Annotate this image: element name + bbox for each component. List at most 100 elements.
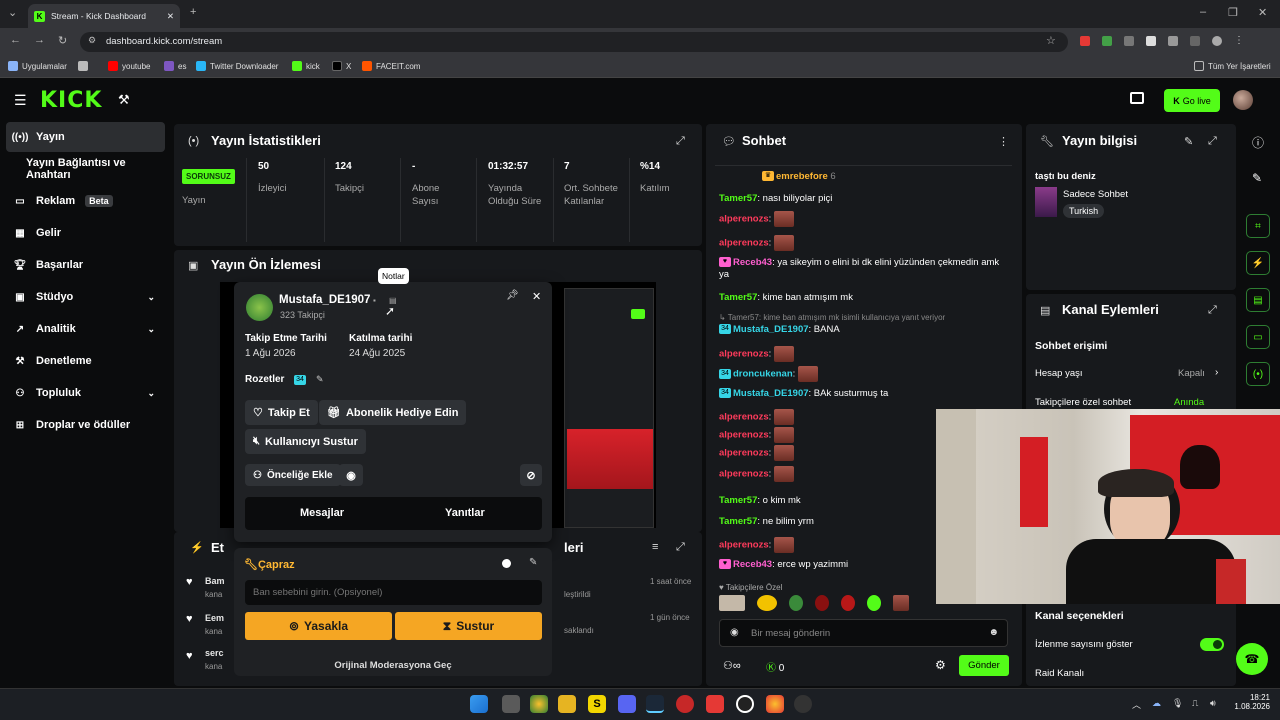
copy-icon[interactable]: ▪ <box>373 296 376 305</box>
sidebar-item-yayin[interactable]: ((•)) Yayın <box>6 122 165 152</box>
show-viewers-toggle[interactable] <box>1200 638 1224 651</box>
onedrive-icon[interactable]: ☁ <box>1152 698 1161 709</box>
bookmark-kick[interactable]: kick <box>292 61 320 71</box>
volume-icon[interactable]: 🔊︎ <box>1210 698 1216 709</box>
expand-icon[interactable]: ⤢ <box>1208 304 1217 317</box>
start-icon[interactable] <box>470 695 488 713</box>
tab-replies[interactable]: Yanıtlar <box>445 507 485 519</box>
close-icon[interactable]: ✕ <box>532 290 541 303</box>
chat-message[interactable]: ♥ Receb43: ya sikeyim o elini bi dk elini… <box>719 257 1004 281</box>
network-icon[interactable]: ⎍ <box>1192 698 1198 709</box>
sidebar-item-reklam[interactable]: ▭ Reklam Beta <box>6 186 165 216</box>
sidebar-item-stream-key[interactable]: Yayın Bağlantısı ve Anahtarı <box>6 154 165 184</box>
expand-icon[interactable]: ⤢ <box>676 541 685 554</box>
app-icon[interactable] <box>706 695 724 713</box>
chrome-icon[interactable] <box>766 695 784 713</box>
chat-username[interactable]: Tamer57 <box>719 516 757 527</box>
emote-icon[interactable] <box>867 595 881 611</box>
settings-gear-icon[interactable]: ⚙ <box>935 658 946 672</box>
category-name[interactable]: Sadece Sohbet <box>1063 189 1128 200</box>
mute-user-button[interactable]: 🔇︎ Kullanıcıyı Sustur <box>245 429 366 454</box>
chat-message[interactable]: 34 droncukenan: <box>719 366 1004 382</box>
info-icon[interactable]: ⓘ <box>1252 134 1264 151</box>
timeout-button[interactable]: ⧗ Sustur <box>395 612 542 640</box>
chat-username[interactable]: Tamer57 <box>719 292 757 303</box>
chat-username[interactable]: Mustafa_DE1907 <box>733 388 809 399</box>
more-menu-icon[interactable]: ⋮ <box>1234 36 1244 46</box>
close-window-icon[interactable]: ✕ <box>1258 6 1267 19</box>
tab-messages[interactable]: Mesajlar <box>300 507 344 519</box>
extension-icon[interactable] <box>1080 36 1090 46</box>
chat-message[interactable]: 34 Mustafa_DE1907: BANA <box>719 324 1004 336</box>
kick-points[interactable]: Ⓚ 0 <box>766 659 784 674</box>
avatar[interactable] <box>1233 90 1253 110</box>
emote-icon[interactable] <box>815 595 829 611</box>
chat-username[interactable]: Mustafa_DE1907 <box>733 324 809 335</box>
reload-icon[interactable]: ↻ <box>58 34 67 47</box>
chat-username[interactable]: alperenozs <box>719 214 769 225</box>
rail-clip-icon[interactable]: ▤ <box>1246 288 1270 312</box>
chat-username[interactable]: alperenozs <box>719 448 769 459</box>
site-info-icon[interactable]: ⚙ <box>88 35 96 46</box>
bookmark-youtube[interactable]: youtube <box>108 61 150 71</box>
emote-icon[interactable] <box>719 595 745 611</box>
profile-icon[interactable] <box>1212 36 1222 46</box>
chat-username[interactable]: alperenozs <box>719 540 769 551</box>
close-tab-icon[interactable]: ✕ <box>167 11 174 22</box>
reply-context[interactable]: ↳ Tamer57: kime ban atmışım mk isimli ku… <box>719 312 1004 324</box>
chat-message[interactable]: Tamer57: nası biliyolar piçi <box>719 193 1004 205</box>
sidebar-item-basarilar[interactable]: 🏆︎ Başarılar <box>6 250 165 280</box>
pin-icon[interactable]: 📌︎ <box>506 290 519 301</box>
bookmark-twitter-downloader[interactable]: Twitter Downloader <box>196 61 278 71</box>
eye-icon[interactable]: ◉ <box>339 464 363 486</box>
pinned-user[interactable]: ♛ emrebefore 6 <box>762 171 836 182</box>
all-bookmarks[interactable]: Tüm Yer İşaretleri <box>1194 61 1271 71</box>
new-tab-icon[interactable]: + <box>190 6 196 18</box>
mic-icon[interactable]: 🎙︎ <box>1172 698 1183 709</box>
gift-subscription-button[interactable]: 🎁︎ Abonelik Hediye Edin <box>319 400 467 425</box>
raid-label[interactable]: Raid Kanalı <box>1035 668 1084 679</box>
clock[interactable]: 18:21 1.08.2026 <box>1234 693 1270 711</box>
more-menu-icon[interactable]: ⋮ <box>998 135 1009 148</box>
ban-button[interactable]: ⊚ Yasakla <box>245 612 392 640</box>
emote-icon[interactable] <box>789 595 803 611</box>
chat-username[interactable]: Tamer57 <box>719 495 757 506</box>
rail-broadcast-icon[interactable]: (•) <box>1246 362 1270 386</box>
s-app-icon[interactable]: S <box>588 695 606 713</box>
chat-users-icon[interactable]: ⚇∞ <box>723 659 741 672</box>
maximize-icon[interactable]: ❐ <box>1228 6 1238 19</box>
emote-icon[interactable] <box>841 595 855 611</box>
hammer-icon[interactable]: ⚒ <box>118 92 130 108</box>
explorer-icon[interactable] <box>558 695 576 713</box>
chrome-icon[interactable] <box>530 695 548 713</box>
ban-icon[interactable]: ⊘ <box>520 464 542 486</box>
send-button[interactable]: Gönder <box>959 655 1009 676</box>
minimize-icon[interactable]: – <box>1200 6 1206 18</box>
bookmark-grid[interactable] <box>78 61 88 71</box>
bookmark-es[interactable]: es <box>164 61 186 71</box>
extension-icon[interactable] <box>1124 36 1134 46</box>
player-icon[interactable] <box>794 695 812 713</box>
chat-username[interactable]: Receb43 <box>733 257 772 268</box>
puzzle-icon[interactable] <box>1168 36 1178 46</box>
sidebar-item-denetleme[interactable]: ⚒ Denetleme <box>6 346 165 376</box>
chat-username[interactable]: alperenozs <box>719 412 769 423</box>
edit-icon[interactable]: ✎ <box>529 557 537 568</box>
url-input[interactable]: dashboard.kick.com/stream <box>80 32 1068 52</box>
sidebar-item-gelir[interactable]: ▦ Gelir <box>6 218 165 248</box>
chat-message[interactable]: alperenozs: <box>719 211 1004 227</box>
expand-icon[interactable]: ⤢ <box>676 135 685 148</box>
steam-icon[interactable] <box>646 695 664 713</box>
chat-username[interactable]: alperenozs <box>719 349 769 360</box>
emoji-icon[interactable]: ☻ <box>988 627 999 638</box>
expand-icon[interactable]: ⤢ <box>1208 135 1217 148</box>
sidebar-item-analitik[interactable]: ↗ Analitik ⌄ <box>6 314 165 344</box>
back-icon[interactable]: ← <box>10 34 21 46</box>
follow-button[interactable]: ♡ Takip Et <box>245 400 318 425</box>
edit-icon[interactable]: ✎ <box>1252 171 1262 185</box>
media-icon[interactable] <box>676 695 694 713</box>
sidebar-item-droplar[interactable]: ⊞ Droplar ve ödüller <box>6 410 165 440</box>
kick-logo[interactable]: KICK <box>40 88 102 113</box>
multistream-icon[interactable] <box>1130 92 1144 104</box>
bookmark-star-icon[interactable]: ☆ <box>1046 34 1056 47</box>
